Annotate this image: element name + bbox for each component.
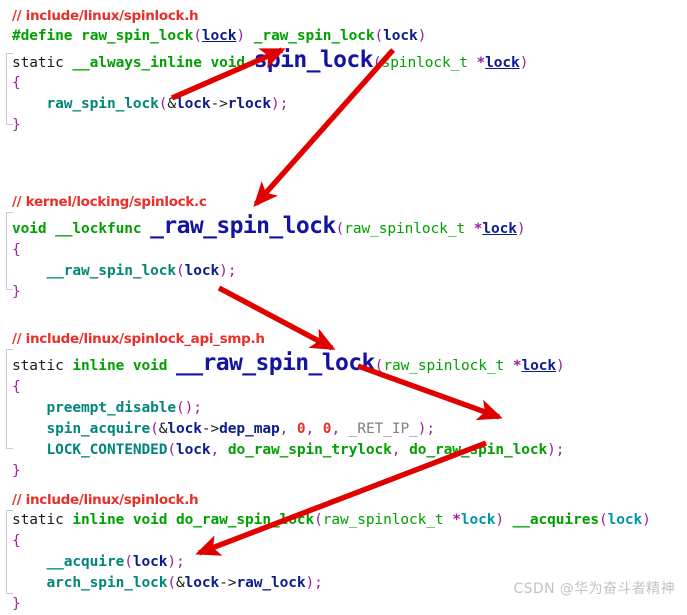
- token-raw-spinlock-t: raw_spinlock_t: [344, 221, 466, 237]
- token-spinlock-t: spinlock_t: [381, 55, 468, 71]
- file-path-comment: // include/linux/spinlock_api_smp.h: [12, 331, 265, 347]
- code-block-spinlock-h-spin-lock: // include/linux/spinlock.h #define raw_…: [0, 6, 687, 136]
- file-path-comment: // include/linux/spinlock.h: [12, 8, 199, 24]
- token-arch-spin-lock: arch_spin_lock: [46, 575, 168, 591]
- file-path-comment: // include/linux/spinlock.h: [12, 492, 199, 508]
- code-fold-guide: [6, 53, 13, 125]
- code-fold-guide: [6, 510, 13, 594]
- token-lock-param: lock: [521, 358, 557, 374]
- token-lock-arg: lock: [383, 28, 418, 44]
- token-raw-spin-lock: raw_spin_lock: [81, 28, 194, 44]
- emphasised-symbol-double-raw-spin-lock: __raw_spin_lock: [176, 350, 375, 376]
- code-line-define: #define raw_spin_lock(lock) _raw_spin_lo…: [12, 28, 427, 44]
- token-static: static: [12, 512, 64, 528]
- token-zero-1: 0: [296, 421, 306, 437]
- token-dep-map: dep_map: [219, 421, 280, 437]
- token-lock: lock: [176, 442, 211, 458]
- token-void: void: [132, 512, 168, 528]
- code-flow-diagram: // include/linux/spinlock.h #define raw_…: [0, 0, 687, 612]
- emphasised-symbol-spin-lock: spin_lock: [253, 47, 374, 73]
- token-raw-spin-lock-call: raw_spin_lock: [46, 96, 159, 112]
- code-line-lock-contended: LOCK_CONTENDED(lock, do_raw_spin_trylock…: [46, 442, 565, 458]
- token-lock-param: lock: [201, 28, 237, 44]
- code-line-open-brace: {: [12, 242, 21, 258]
- token-raw-lock: raw_lock: [236, 575, 306, 591]
- code-line-open-brace: {: [12, 75, 21, 91]
- token-void: void: [12, 221, 47, 237]
- code-block-spinlock-c-raw-spin-lock: // kernel/locking/spinlock.c void __lock…: [0, 192, 687, 303]
- code-fold-guide: [6, 349, 13, 449]
- token-double-underscore-raw-spin-lock: __raw_spin_lock: [46, 263, 177, 279]
- token-lock-param2: lock: [485, 55, 520, 71]
- token-preempt-disable: preempt_disable: [46, 400, 177, 416]
- token-do-raw-spin-lock: do_raw_spin_lock: [409, 442, 548, 458]
- csdn-watermark: CSDN @华为奋斗者精神: [513, 581, 675, 597]
- code-line-raw-spin-lock-call: __raw_spin_lock(lock);: [46, 263, 237, 279]
- token-void: void: [210, 55, 246, 71]
- token-static: static: [12, 358, 64, 374]
- token-do-raw-spin-lock: do_raw_spin_lock: [176, 512, 315, 528]
- code-line-close-brace: }: [12, 284, 21, 300]
- emphasised-symbol-underscore-raw-spin-lock: _raw_spin_lock: [150, 213, 336, 239]
- token-lock: lock: [176, 96, 211, 112]
- token-rlock: rlock: [227, 96, 271, 112]
- file-path-comment: // kernel/locking/spinlock.c: [12, 194, 207, 210]
- token-static: static: [12, 55, 64, 71]
- token-do-raw-spin-trylock: do_raw_spin_trylock: [227, 442, 392, 458]
- token-lock: lock: [132, 554, 168, 570]
- code-line-open-brace: {: [12, 379, 21, 395]
- token-lock: lock: [184, 263, 220, 279]
- code-fold-guide: [6, 212, 13, 290]
- token-void: void: [132, 358, 168, 374]
- token-lock-param: lock: [482, 221, 517, 237]
- code-line-do-raw-spin-lock-signature: static inline void do_raw_spin_lock(raw_…: [12, 512, 651, 528]
- code-line-preempt-disable: preempt_disable();: [46, 400, 202, 416]
- token-lock-param: lock: [460, 512, 496, 528]
- token-acquire: __acquire: [46, 554, 125, 570]
- code-line-open-brace: {: [12, 533, 21, 549]
- code-line-spin-lock-signature: static __always_inline void spin_lock(sp…: [12, 47, 529, 73]
- token-lockfunc: __lockfunc: [55, 221, 142, 237]
- code-line-raw-spin-lock-signature: void __lockfunc _raw_spin_lock(raw_spinl…: [12, 213, 526, 239]
- token-always-inline: __always_inline: [72, 55, 202, 71]
- token-raw-spinlock-t: raw_spinlock_t: [383, 358, 505, 374]
- code-line-close-brace: }: [12, 463, 21, 479]
- token-ret-ip: _RET_IP_: [348, 421, 418, 437]
- token-lock-contended: LOCK_CONTENDED: [46, 442, 168, 458]
- token-spin-acquire: spin_acquire: [46, 421, 151, 437]
- token-lock: lock: [184, 575, 220, 591]
- token-lock-arg: lock: [607, 512, 643, 528]
- code-line-double-raw-spin-lock-signature: static inline void __raw_spin_lock(raw_s…: [12, 350, 565, 376]
- code-line-raw-spin-lock-call: raw_spin_lock(&lock->rlock);: [46, 96, 289, 112]
- token-inline: inline: [72, 358, 125, 374]
- token-lock: lock: [167, 421, 202, 437]
- code-block-spinlock-api-smp-h: // include/linux/spinlock_api_smp.h stat…: [0, 329, 687, 482]
- token-underscore-raw-spin-lock: _raw_spin_lock: [253, 28, 375, 44]
- code-line-spin-acquire: spin_acquire(&lock->dep_map, 0, 0, _RET_…: [46, 421, 436, 437]
- token-acquires: __acquires: [512, 512, 599, 528]
- token-inline: inline: [72, 512, 125, 528]
- token-define: #define: [12, 28, 73, 44]
- code-line-close-brace: }: [12, 117, 21, 133]
- token-raw-spinlock-t: raw_spinlock_t: [322, 512, 444, 528]
- code-line-acquire: __acquire(lock);: [46, 554, 185, 570]
